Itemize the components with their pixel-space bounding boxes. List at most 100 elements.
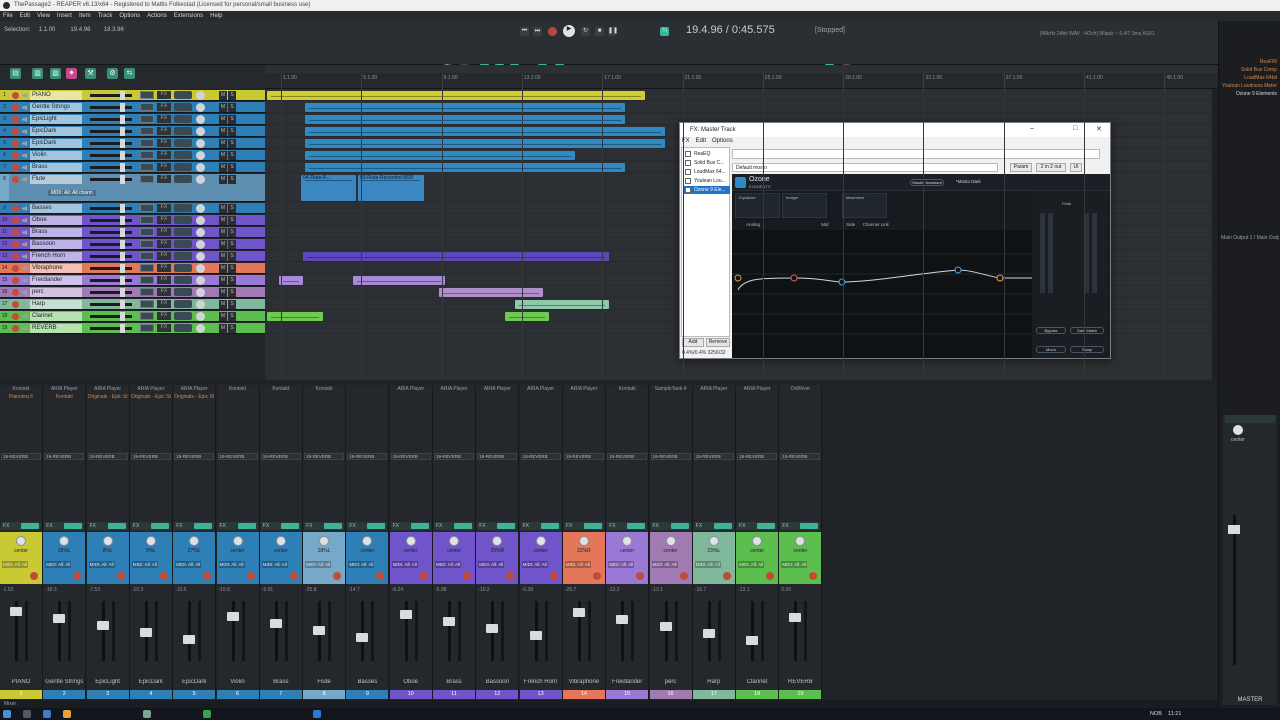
mute-button[interactable]: M: [219, 276, 227, 285]
play-button[interactable]: ▶: [563, 25, 575, 37]
midi-input[interactable]: MIDI: All: All: [391, 561, 418, 568]
reverb-send[interactable]: 19-REVERB: [693, 453, 734, 460]
volume-fader-cap[interactable]: [616, 615, 629, 624]
record-arm-button[interactable]: [722, 572, 731, 580]
fader-cap[interactable]: [120, 240, 125, 249]
pan-knob[interactable]: [319, 536, 330, 546]
midi-input[interactable]: MIDI: All: All: [305, 561, 332, 568]
midi-input[interactable]: MIDI: All: All: [478, 561, 505, 568]
fx-enable-toggle[interactable]: [627, 523, 646, 529]
routing-button[interactable]: [174, 288, 192, 296]
io-button[interactable]: [140, 175, 154, 183]
fx-enable-toggle[interactable]: [367, 523, 386, 529]
fx-enable-toggle[interactable]: [713, 523, 732, 529]
solo-button[interactable]: S: [228, 324, 236, 333]
fader-cap[interactable]: [120, 252, 125, 261]
io-button[interactable]: [140, 216, 154, 224]
pan-knob[interactable]: [196, 151, 205, 160]
record-arm-button[interactable]: [203, 572, 212, 580]
reverb-send[interactable]: 19-REVERB: [130, 453, 171, 460]
pan-knob[interactable]: [578, 536, 589, 546]
reverb-send[interactable]: 19-REVERB: [780, 453, 821, 460]
routing-button[interactable]: [174, 91, 192, 99]
midi-input[interactable]: MIDI: All: All: [348, 561, 375, 568]
track-name[interactable]: EpicDark: [30, 127, 82, 136]
track-header[interactable]: 13 French Horn FX M S: [0, 251, 265, 262]
master-fx-row[interactable]: [1225, 415, 1275, 423]
strip-name[interactable]: EpicDark: [173, 679, 215, 685]
volume-fader[interactable]: [90, 151, 132, 160]
pan-knob[interactable]: [196, 300, 205, 309]
record-arm-button[interactable]: [12, 104, 19, 111]
fx-button[interactable]: FX: [157, 240, 171, 248]
master-fx-item[interactable]: Ozone 9 Elements: [1221, 91, 1279, 97]
menu-item-track[interactable]: Track: [98, 11, 113, 21]
bypass-button[interactable]: Bypass: [1036, 327, 1066, 334]
pan-knob[interactable]: [196, 288, 205, 297]
routing-button[interactable]: [174, 163, 192, 171]
record-arm-button[interactable]: [289, 572, 298, 580]
track-name[interactable]: French Horn: [30, 252, 82, 261]
mute-button[interactable]: M: [219, 288, 227, 297]
vscode-icon[interactable]: [313, 710, 321, 718]
media-item[interactable]: [439, 288, 543, 297]
volume-fader[interactable]: [90, 204, 132, 213]
volume-fader[interactable]: [90, 300, 132, 309]
strip-instrument[interactable]: ARIA Player: [87, 386, 129, 392]
routing-button[interactable]: [174, 103, 192, 111]
volume-fader[interactable]: [90, 252, 132, 261]
reverb-send[interactable]: 19-REVERB: [174, 453, 215, 460]
record-arm-button[interactable]: [12, 217, 19, 224]
reverb-send[interactable]: 19-REVERB: [260, 453, 301, 460]
menu-item-item[interactable]: Item: [79, 11, 91, 21]
solo-button[interactable]: S: [228, 163, 236, 172]
strip-name[interactable]: Vibraphone: [563, 679, 605, 685]
track-name[interactable]: PIANO: [30, 91, 82, 100]
track-settings-icon[interactable]: ⚙: [107, 68, 118, 79]
fx-button[interactable]: FX: [157, 151, 171, 159]
fx-menu-options[interactable]: Options: [712, 138, 733, 144]
fader-cap[interactable]: [120, 151, 125, 160]
menu-item-extensions[interactable]: Extensions: [174, 11, 203, 21]
record-arm-button[interactable]: [12, 140, 19, 147]
fx-chain-item[interactable]: LoudMax 64...: [684, 168, 730, 176]
strip-name[interactable]: Oboe: [390, 679, 432, 685]
volume-fader-cap[interactable]: [789, 613, 802, 622]
track-header[interactable]: 15 Freidlander FX M S: [0, 275, 265, 286]
midi-input[interactable]: MIDI: All: All: [694, 561, 721, 568]
media-item[interactable]: [515, 300, 609, 309]
fader-cap[interactable]: [120, 324, 125, 333]
menu-item-view[interactable]: View: [37, 11, 50, 21]
track-name[interactable]: Basses: [30, 204, 82, 213]
param-button[interactable]: Param: [1010, 163, 1032, 172]
fx-button[interactable]: FX: [157, 175, 171, 183]
strip-name[interactable]: French Horn: [520, 679, 562, 685]
pan-knob[interactable]: [102, 536, 113, 546]
record-arm-button[interactable]: [333, 572, 342, 580]
routing-button[interactable]: [174, 127, 192, 135]
add-button[interactable]: Add: [682, 338, 704, 347]
pan-knob[interactable]: [196, 276, 205, 285]
mute-button[interactable]: M: [219, 139, 227, 148]
midi-input[interactable]: MIDI: All: All: [608, 561, 635, 568]
strip-fx-row[interactable]: FX: [87, 522, 128, 530]
strip-instrument[interactable]: Kontakt: [0, 386, 42, 392]
fader-cap[interactable]: [120, 300, 125, 309]
reverb-send[interactable]: 19-REVERB: [434, 453, 474, 460]
solo-button[interactable]: S: [228, 139, 236, 148]
routing-button[interactable]: [174, 264, 192, 272]
strip-name[interactable]: PIANO: [0, 679, 42, 685]
solo-button[interactable]: S: [228, 103, 236, 112]
fx-chain-item[interactable]: Youlean Lou...: [684, 177, 730, 185]
pan-knob[interactable]: [492, 536, 503, 546]
strip-name[interactable]: Freidlander: [606, 679, 648, 685]
strip-instrument[interactable]: ARIA Player: [390, 386, 432, 392]
reverb-send[interactable]: 19-REVERB: [737, 453, 778, 460]
mute-button[interactable]: M: [219, 91, 227, 100]
fx-star-icon[interactable]: ✷: [66, 68, 77, 79]
record-arm-button[interactable]: [73, 572, 82, 580]
midi-input[interactable]: MIDI: All: All: [738, 561, 765, 568]
fx-button[interactable]: FX: [157, 288, 171, 296]
solo-button[interactable]: S: [228, 175, 236, 184]
media-item[interactable]: [305, 103, 625, 112]
